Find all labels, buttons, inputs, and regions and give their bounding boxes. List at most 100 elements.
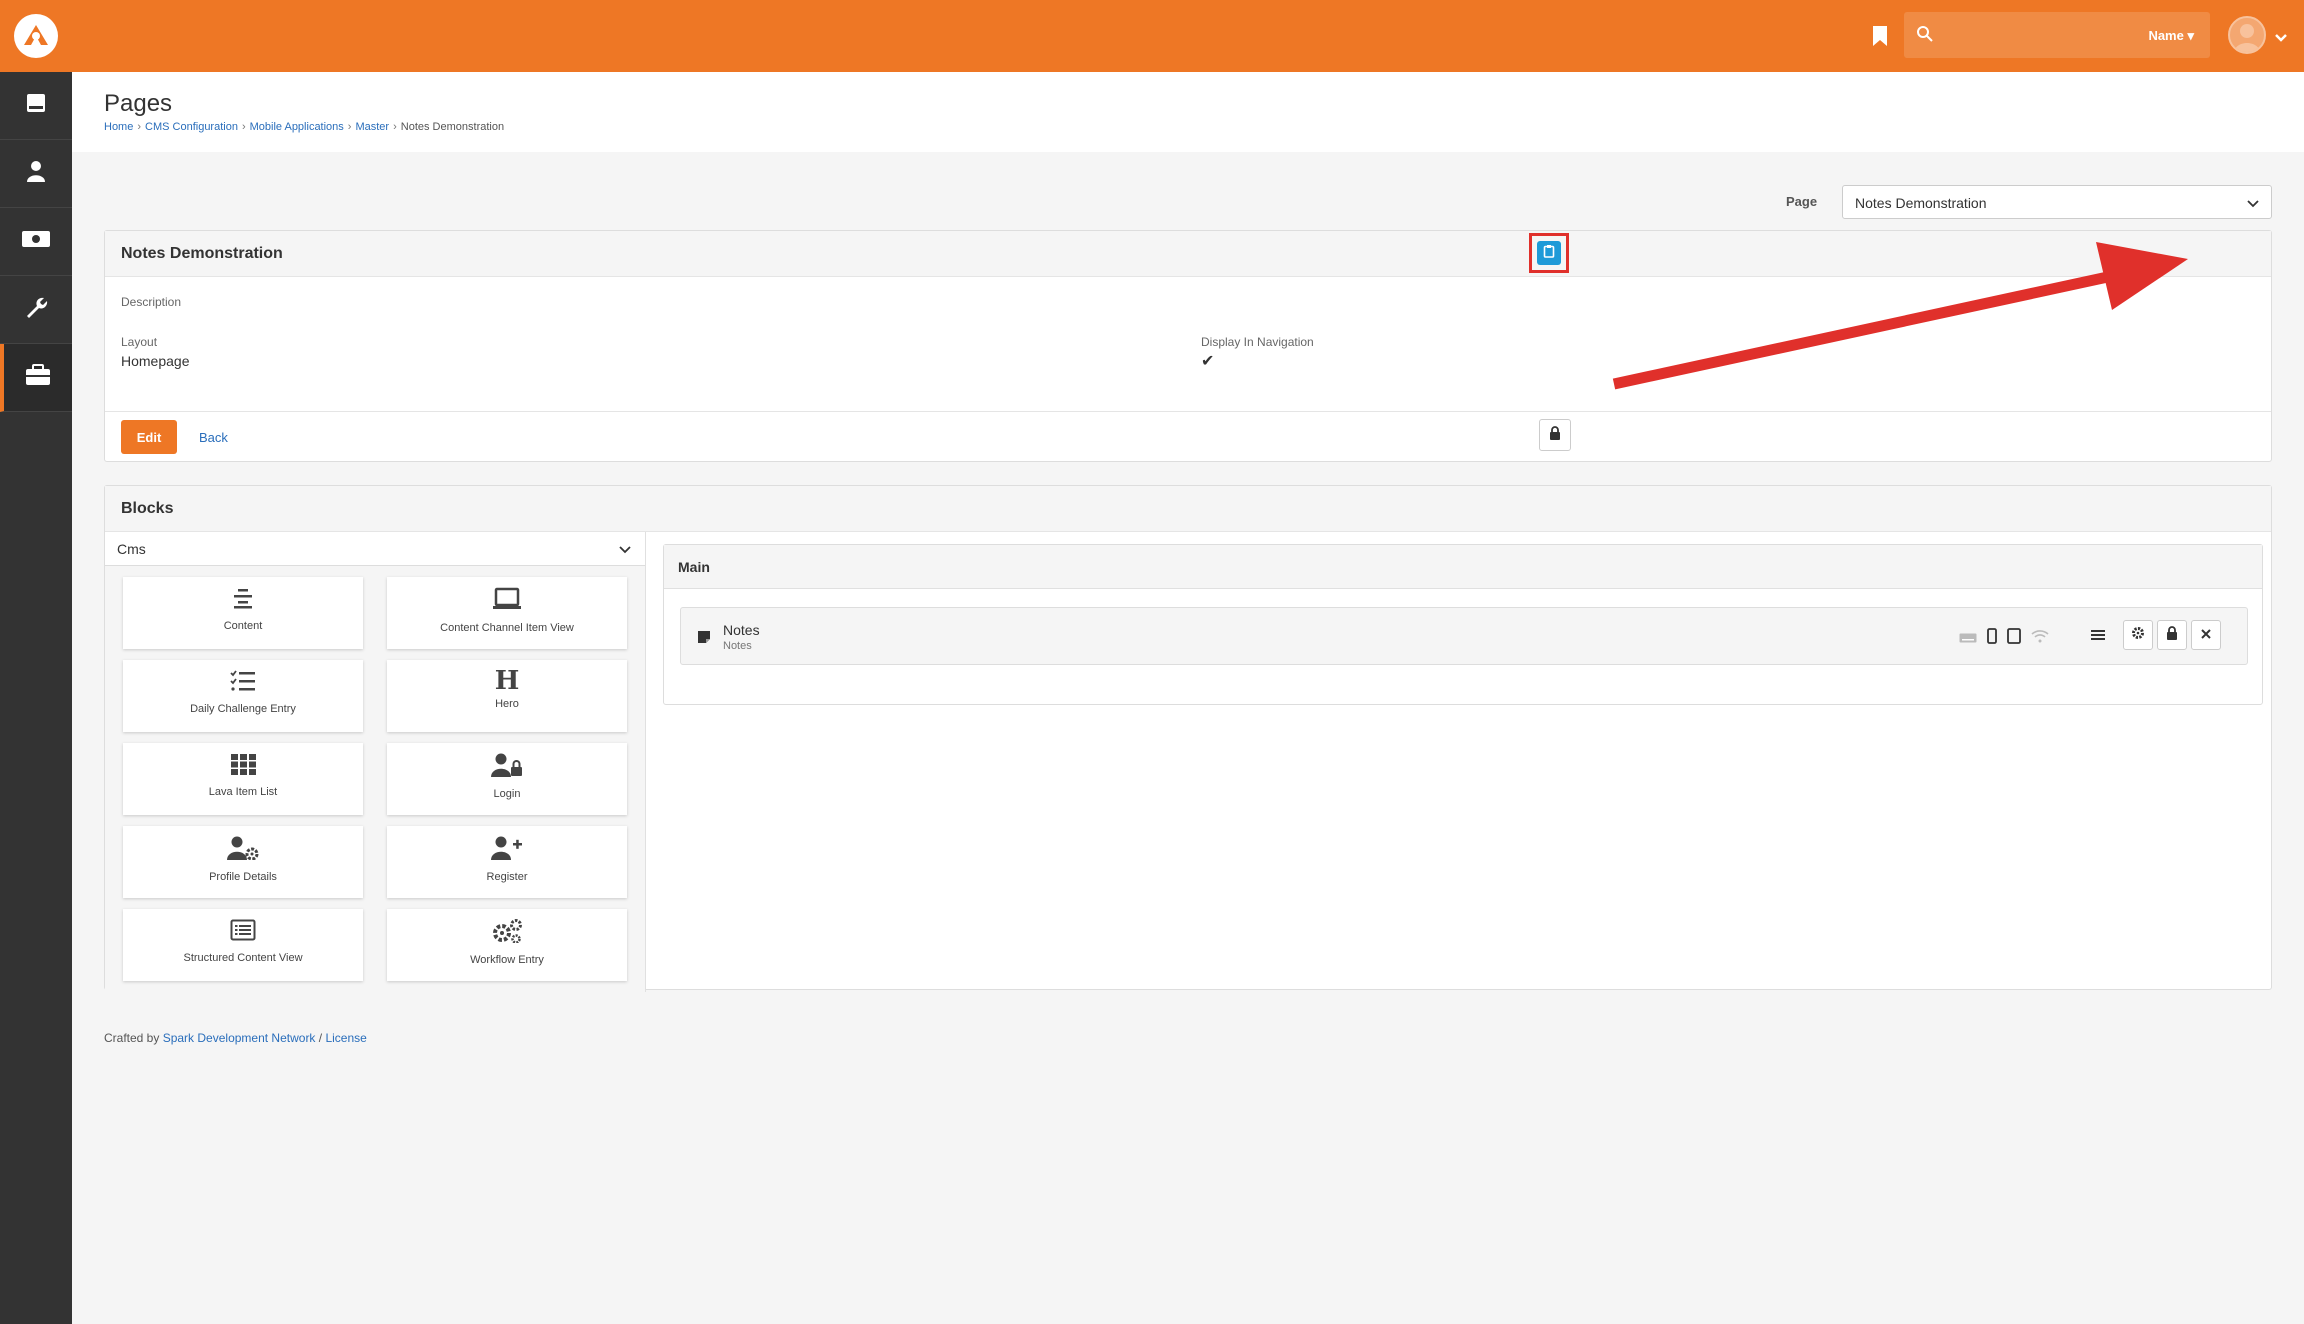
chevron-down-icon: [2247, 196, 2259, 212]
block-instance-notes[interactable]: Notes Notes: [680, 607, 2248, 665]
clipboard-icon: [1543, 244, 1555, 263]
search-filter-dropdown[interactable]: Name ▾: [2148, 28, 2194, 44]
grid-icon: [230, 753, 256, 780]
search-icon: [1916, 25, 1934, 48]
page-detail-title: Notes Demonstration: [121, 244, 283, 262]
block-type: Notes: [723, 640, 752, 652]
spark-network-link[interactable]: Spark Development Network: [163, 1031, 316, 1045]
breadcrumb: Home › CMS Configuration › Mobile Applicatio…: [104, 121, 505, 133]
sidebar-item-finance[interactable]: [0, 208, 72, 276]
money-icon: [21, 229, 51, 254]
block-category-label: Cms: [117, 541, 146, 557]
heading-icon: H: [494, 666, 520, 696]
briefcase-icon: [25, 364, 51, 391]
layout-label: Layout: [121, 335, 158, 349]
cogs-icon: [491, 919, 523, 948]
block-type-register[interactable]: Register: [387, 826, 627, 898]
block-type-lava-item-list[interactable]: Lava Item List: [123, 743, 363, 815]
block-type-login[interactable]: Login: [387, 743, 627, 815]
block-type-label: Workflow Entry: [470, 954, 544, 966]
user-icon: [24, 159, 48, 188]
block-type-workflow-entry[interactable]: Workflow Entry: [387, 909, 627, 981]
sidebar-item-people[interactable]: [0, 140, 72, 208]
block-type-label: Hero: [495, 698, 519, 710]
rock-logo-icon[interactable]: [14, 14, 58, 58]
zone-main: Main Notes Notes: [663, 544, 2263, 705]
sidebar: [0, 72, 72, 1324]
chevron-down-icon: [619, 542, 631, 558]
wifi-icon: [2031, 629, 2049, 648]
top-bar: Name ▾: [0, 0, 2304, 72]
block-type-label: Login: [493, 788, 521, 800]
page-detail-header: Notes Demonstration: [105, 231, 2271, 277]
checklist-icon: [230, 670, 256, 697]
lock-icon: [2166, 625, 2178, 645]
block-delete-button[interactable]: [2191, 620, 2221, 650]
block-type-content[interactable]: Content: [123, 577, 363, 649]
page-picker-label: Page: [1786, 194, 1818, 209]
sidebar-item-tools[interactable]: [0, 276, 72, 344]
blocks-panel: Blocks Cms Content Content Channel Item …: [104, 485, 2272, 992]
phone-icon: [1987, 628, 1997, 649]
search-filter-label: Name: [2148, 28, 2184, 43]
page-picker-value: Notes Demonstration: [1855, 195, 1987, 211]
block-settings-button[interactable]: [2123, 620, 2153, 650]
block-type-content-channel-item-view[interactable]: Content Channel Item View: [387, 577, 627, 649]
tablet-icon: [2007, 628, 2021, 649]
bookmark-icon[interactable]: [1872, 25, 1888, 47]
avatar[interactable]: [2228, 16, 2266, 54]
block-type-profile-details[interactable]: Profile Details: [123, 826, 363, 898]
page-detail-panel: Notes Demonstration Description Layout H…: [104, 230, 2272, 462]
block-type-list: Cms Content Content Channel Item View Da…: [105, 532, 646, 992]
align-center-icon: [232, 587, 254, 614]
user-cog-icon: [227, 836, 259, 865]
keyboard-icon: [1959, 630, 1977, 648]
book-icon: [24, 91, 48, 120]
block-name: Notes: [723, 622, 760, 638]
block-type-label: Structured Content View: [183, 952, 303, 964]
block-type-structured-content-view[interactable]: Structured Content View: [123, 909, 363, 981]
lock-icon: [1549, 425, 1561, 445]
page-header: Pages Home › CMS Configuration › Mobile Appl…: [72, 72, 2304, 152]
page-picker-select[interactable]: Notes Demonstration: [1842, 185, 2272, 219]
breadcrumb-current: Notes Demonstration: [400, 121, 505, 133]
breadcrumb-master[interactable]: Master: [355, 121, 389, 133]
sticky-note-icon: [697, 630, 711, 649]
device-indicators: [1959, 628, 2049, 649]
security-button[interactable]: [1539, 419, 1571, 451]
search-box[interactable]: Name ▾: [1904, 12, 2210, 58]
block-type-label: Daily Challenge Entry: [190, 703, 296, 715]
user-plus-icon: [491, 836, 523, 865]
block-category-dropdown[interactable]: Cms: [105, 532, 645, 566]
license-link[interactable]: License: [325, 1031, 366, 1045]
gear-icon: [2131, 626, 2145, 645]
block-type-label: Register: [486, 871, 528, 883]
footer-separator: /: [318, 1031, 323, 1045]
blocks-title: Blocks: [121, 499, 174, 517]
block-type-label: Lava Item List: [208, 786, 278, 798]
block-type-hero[interactable]: H Hero: [387, 660, 627, 732]
breadcrumb-cms-configuration[interactable]: CMS Configuration: [145, 121, 238, 133]
footer: Crafted by Spark Development Network / L…: [104, 1031, 367, 1045]
blocks-header: Blocks: [105, 486, 2271, 532]
description-label: Description: [121, 295, 182, 309]
edit-button[interactable]: Edit: [121, 420, 177, 454]
block-type-label: Profile Details: [209, 871, 277, 883]
back-link[interactable]: Back: [199, 430, 228, 445]
breadcrumb-mobile-applications[interactable]: Mobile Applications: [250, 121, 344, 133]
display-in-navigation-label: Display In Navigation: [1201, 335, 1314, 349]
sidebar-item-admin[interactable]: [0, 344, 72, 412]
copy-page-button[interactable]: [1537, 241, 1561, 265]
block-type-label: Content Channel Item View: [440, 622, 574, 634]
reorder-handle-icon[interactable]: [2091, 628, 2105, 646]
close-icon: [2201, 626, 2211, 644]
block-security-button[interactable]: [2157, 620, 2187, 650]
sidebar-item-books[interactable]: [0, 72, 72, 140]
chevron-down-icon[interactable]: [2274, 30, 2288, 48]
zone-name: Main: [678, 558, 710, 575]
block-type-daily-challenge-entry[interactable]: Daily Challenge Entry: [123, 660, 363, 732]
breadcrumb-home[interactable]: Home: [104, 121, 133, 133]
layout-value: Homepage: [121, 353, 190, 369]
block-type-label: Content: [223, 620, 263, 632]
footer-prefix: Crafted by: [104, 1031, 160, 1045]
